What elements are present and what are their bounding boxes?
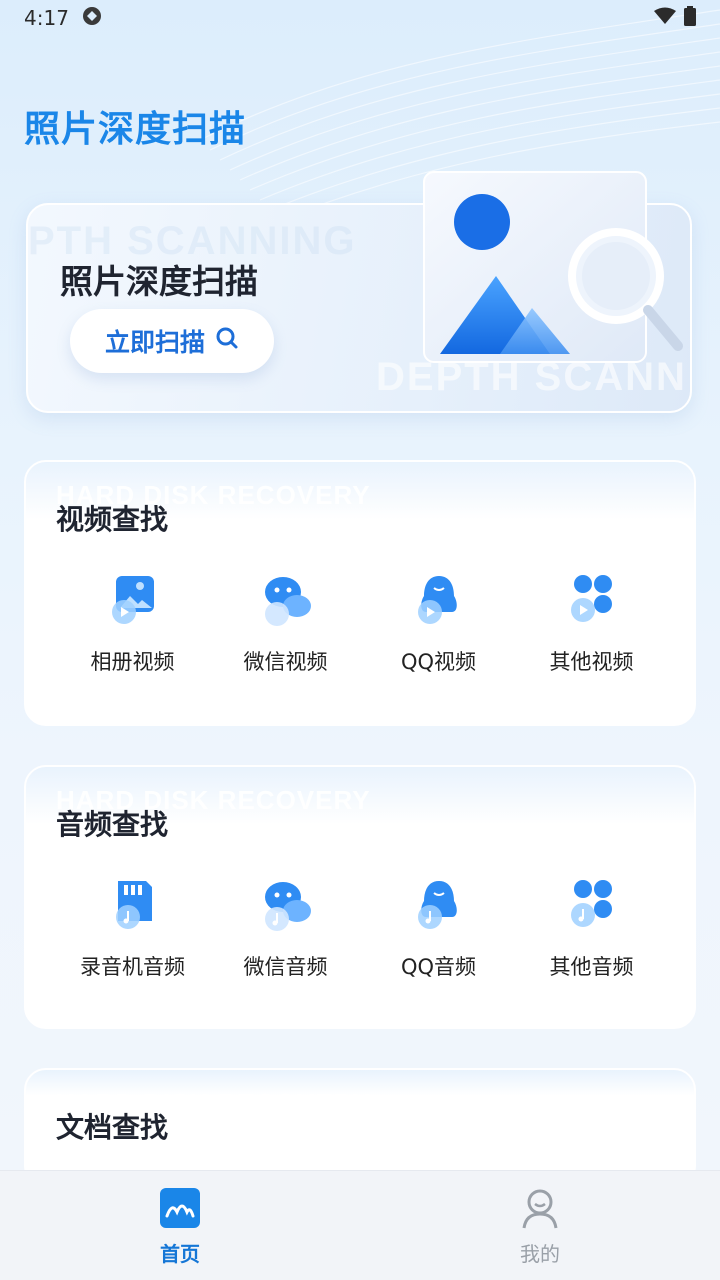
banner-title: 照片深度扫描 — [60, 262, 258, 301]
other-audio-icon — [570, 880, 612, 927]
wechat-video-button[interactable]: 微信视频 — [209, 572, 362, 676]
album-video-label: 相册视频 — [90, 650, 175, 674]
qq-audio-icon — [417, 881, 457, 929]
wechat-audio-label: 微信音频 — [243, 955, 328, 979]
audio-search-title: 音频查找 — [56, 808, 169, 841]
audio-search-card: HARD DISK RECOVERY 音频查找 录音机音频 微信音频 QQ音频 … — [24, 765, 696, 1029]
album-video-button[interactable]: 相册视频 — [56, 572, 209, 676]
other-video-icon — [570, 575, 612, 622]
scan-now-button[interactable]: 立即扫描 — [70, 309, 274, 373]
wechat-audio-button[interactable]: 微信音频 — [209, 877, 362, 981]
nav-mine-tab[interactable]: 我的 — [360, 1171, 720, 1280]
video-search-card: HARD DISK RECOVERY 视频查找 相册视频 微信视频 QQ视频 其… — [24, 460, 696, 726]
qq-audio-label: QQ音频 — [400, 955, 477, 979]
video-search-title: 视频查找 — [56, 503, 169, 536]
other-audio-label: 其他音频 — [549, 955, 634, 979]
nav-mine-label: 我的 — [520, 1242, 560, 1266]
scan-button-label: 立即扫描 — [104, 328, 205, 357]
bottom-navigation: 首页 我的 — [0, 1170, 720, 1280]
wechat-video-icon — [264, 577, 311, 626]
photo-scan-illustration-icon — [423, 171, 683, 363]
search-icon — [215, 326, 239, 356]
nav-home-label: 首页 — [160, 1242, 200, 1266]
qq-video-icon — [417, 576, 457, 624]
wechat-video-label: 微信视频 — [243, 650, 328, 674]
recorder-audio-button[interactable]: 录音机音频 — [56, 877, 209, 981]
other-audio-button[interactable]: 其他音频 — [515, 877, 668, 981]
qq-video-button[interactable]: QQ视频 — [362, 572, 515, 676]
status-time: 4:17 — [24, 6, 69, 30]
recorder-audio-label: 录音机音频 — [80, 955, 185, 979]
app-notification-icon — [81, 5, 103, 32]
page-title: 照片深度扫描 — [24, 109, 247, 150]
wifi-icon — [654, 6, 676, 30]
status-bar: 4:17 — [0, 0, 720, 36]
wechat-audio-icon — [264, 882, 311, 931]
other-video-button[interactable]: 其他视频 — [515, 572, 668, 676]
other-video-label: 其他视频 — [549, 650, 634, 674]
recorder-audio-icon — [115, 881, 152, 929]
profile-icon — [522, 1189, 558, 1229]
document-search-title: 文档查找 — [56, 1111, 169, 1144]
qq-audio-button[interactable]: QQ音频 — [362, 877, 515, 981]
album-video-icon — [111, 576, 154, 624]
battery-icon — [684, 5, 696, 31]
qq-video-label: QQ视频 — [400, 650, 477, 674]
home-icon — [160, 1188, 200, 1228]
nav-home-tab[interactable]: 首页 — [0, 1171, 360, 1280]
